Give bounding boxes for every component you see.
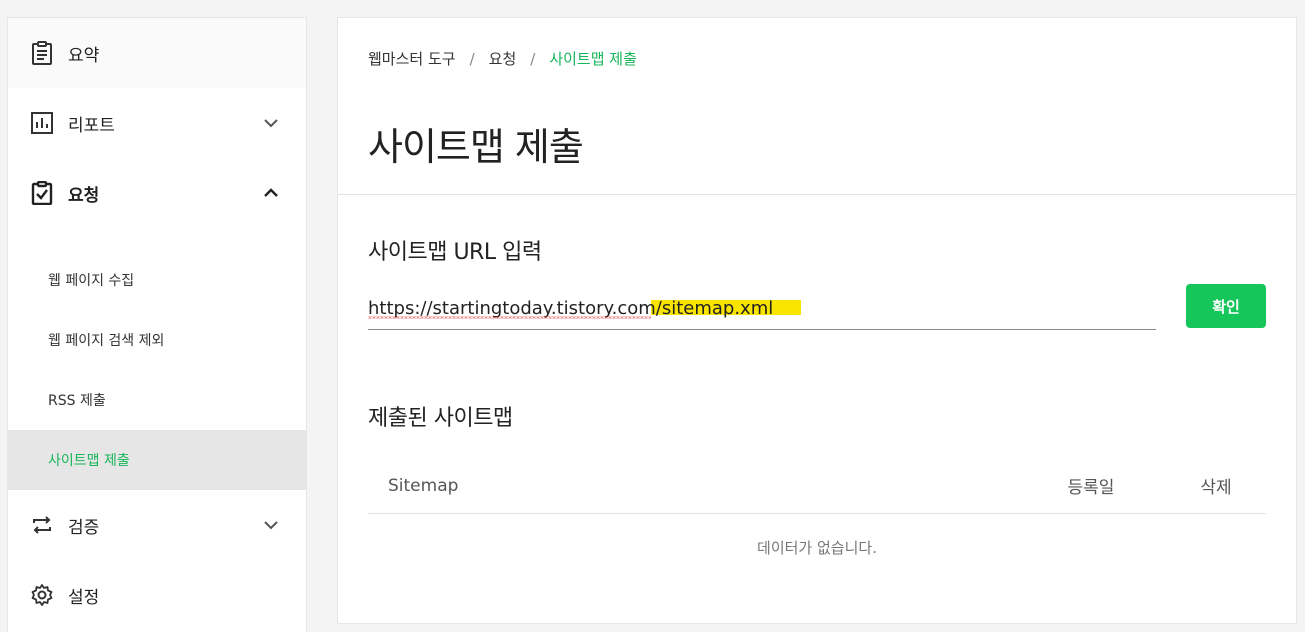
column-header-date: 등록일: [1067, 478, 1115, 498]
chevron-up-icon[interactable]: [262, 184, 280, 202]
page-title: 사이트맵 제출: [368, 125, 584, 169]
breadcrumb-root[interactable]: 웹마스터 도구: [368, 48, 456, 69]
bar-chart-icon: [30, 111, 54, 135]
nav-request-label: 요청: [68, 185, 100, 206]
chevron-down-icon[interactable]: [262, 114, 280, 132]
nav-settings[interactable]: 설정: [8, 560, 306, 630]
chevron-down-icon[interactable]: [262, 516, 280, 534]
repeat-icon: [30, 513, 54, 537]
url-input-wrapper: [368, 288, 1156, 330]
nav-summary-label: 요약: [68, 45, 100, 66]
divider: [338, 194, 1296, 195]
url-section-title: 사이트맵 URL 입력: [368, 240, 542, 265]
sidebar: 요약 리포트 요청 웹 페이지 수집 웹 페이지 검색 제외 RSS 제출 사이…: [7, 17, 307, 632]
sub-item-rss[interactable]: RSS 제출: [8, 370, 306, 430]
clipboard-icon: [30, 41, 54, 65]
column-header-sitemap: Sitemap: [388, 475, 459, 496]
breadcrumb-separator: /: [530, 49, 536, 68]
spellcheck-underline: [368, 316, 651, 319]
nav-request[interactable]: 요청: [8, 158, 306, 228]
request-submenu: 웹 페이지 수집 웹 페이지 검색 제외 RSS 제출 사이트맵 제출: [8, 228, 306, 490]
sub-item-web-exclude[interactable]: 웹 페이지 검색 제외: [8, 310, 306, 370]
clipboard-check-icon: [30, 181, 54, 205]
nav-report[interactable]: 리포트: [8, 88, 306, 158]
empty-message: 데이터가 없습니다.: [757, 538, 877, 557]
column-header-delete: 삭제: [1200, 478, 1232, 498]
sub-item-web-collect[interactable]: 웹 페이지 수집: [8, 250, 306, 310]
sitemap-url-input[interactable]: [368, 288, 1156, 328]
sitemap-table: Sitemap 등록일 삭제 데이터가 없습니다.: [368, 458, 1266, 580]
breadcrumb-separator: /: [469, 49, 475, 68]
nav-verify[interactable]: 검증: [8, 490, 306, 560]
nav-summary[interactable]: 요약: [8, 18, 306, 88]
gear-icon: [30, 583, 54, 607]
confirm-button[interactable]: 확인: [1186, 284, 1266, 328]
sub-item-sitemap[interactable]: 사이트맵 제출: [8, 430, 306, 490]
main-panel: 웹마스터 도구 / 요청 / 사이트맵 제출 사이트맵 제출 사이트맵 URL …: [337, 17, 1297, 624]
nav-settings-label: 설정: [68, 587, 100, 608]
nav-verify-label: 검증: [68, 517, 100, 538]
breadcrumb: 웹마스터 도구 / 요청 / 사이트맵 제출: [368, 48, 637, 69]
submitted-section-title: 제출된 사이트맵: [368, 406, 513, 431]
table-header: Sitemap 등록일 삭제: [368, 458, 1266, 514]
breadcrumb-request[interactable]: 요청: [489, 48, 517, 69]
breadcrumb-current: 사이트맵 제출: [549, 50, 637, 68]
nav-report-label: 리포트: [68, 115, 115, 136]
